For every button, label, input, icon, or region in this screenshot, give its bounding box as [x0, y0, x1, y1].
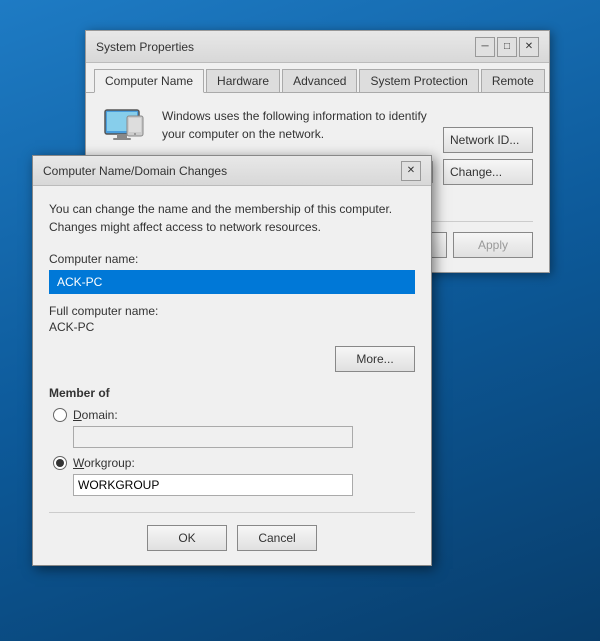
window-controls: ─ □ ✕: [475, 37, 539, 57]
domain-dialog-description: You can change the name and the membersh…: [49, 200, 415, 236]
domain-dialog-content: You can change the name and the membersh…: [33, 186, 431, 565]
tab-advanced[interactable]: Advanced: [282, 69, 357, 92]
tab-hardware[interactable]: Hardware: [206, 69, 280, 92]
tab-system-protection[interactable]: System Protection: [359, 69, 478, 92]
tabs-bar: Computer Name Hardware Advanced System P…: [86, 63, 549, 93]
workgroup-radio-button[interactable]: [53, 456, 67, 470]
domain-dialog: Computer Name/Domain Changes ✕ You can c…: [32, 155, 432, 566]
close-button[interactable]: ✕: [519, 37, 539, 57]
right-area: Network ID... Change...: [443, 107, 533, 207]
tab-computer-name[interactable]: Computer Name: [94, 69, 204, 93]
full-computer-name-value: ACK-PC: [49, 320, 415, 334]
monitor-svg: [103, 108, 149, 146]
system-props-title: System Properties: [96, 40, 194, 54]
workgroup-radio-row: Workgroup:: [53, 456, 415, 470]
minimize-button[interactable]: ─: [475, 37, 495, 57]
tab-remote[interactable]: Remote: [481, 69, 545, 92]
domain-radio-label: Domain:: [73, 408, 118, 422]
dialog-ok-button[interactable]: OK: [147, 525, 227, 551]
domain-radio-button[interactable]: [53, 408, 67, 422]
dialog-bottom-buttons: OK Cancel: [49, 512, 415, 551]
computer-name-input[interactable]: [49, 270, 415, 294]
computer-info-row: Windows uses the following information t…: [102, 107, 433, 147]
more-btn-row: More...: [49, 346, 415, 372]
workgroup-option: Workgroup:: [53, 456, 415, 496]
computer-name-label: Computer name:: [49, 252, 415, 266]
computer-description-text: Windows uses the following information t…: [162, 107, 433, 147]
network-id-button[interactable]: Network ID...: [443, 127, 533, 153]
computer-name-section: Computer name:: [49, 252, 415, 304]
workgroup-radio-label: Workgroup:: [73, 456, 135, 470]
full-computer-name-label: Full computer name:: [49, 304, 415, 318]
domain-dialog-title: Computer Name/Domain Changes: [43, 164, 227, 178]
domain-dialog-titlebar: Computer Name/Domain Changes ✕: [33, 156, 431, 186]
radio-group: Domain: Workgroup:: [53, 408, 415, 496]
domain-option: Domain:: [53, 408, 415, 448]
maximize-button[interactable]: □: [497, 37, 517, 57]
change-button[interactable]: Change...: [443, 159, 533, 185]
domain-radio-row: Domain:: [53, 408, 415, 422]
domain-input[interactable]: [73, 426, 353, 448]
member-of-label: Member of: [49, 386, 415, 400]
computer-icon: [102, 107, 150, 147]
more-button[interactable]: More...: [335, 346, 415, 372]
system-props-titlebar: System Properties ─ □ ✕: [86, 31, 549, 63]
domain-dialog-close-button[interactable]: ✕: [401, 161, 421, 181]
workgroup-input[interactable]: [73, 474, 353, 496]
apply-button[interactable]: Apply: [453, 232, 533, 258]
dialog-cancel-button[interactable]: Cancel: [237, 525, 317, 551]
